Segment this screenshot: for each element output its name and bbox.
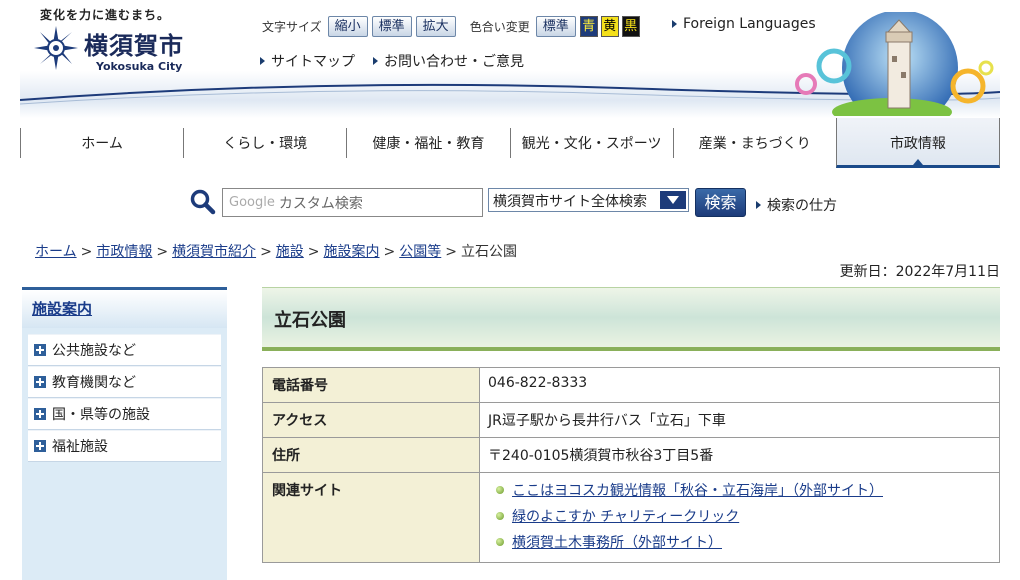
facility-info-table: 電話番号 046-822-8333 アクセス JR逗子駅から長井行バス「立石」下…: [262, 367, 1000, 563]
font-size-large-button[interactable]: 拡大: [415, 16, 456, 37]
search-howto-link[interactable]: 検索の仕方: [756, 195, 837, 215]
google-watermark: Google: [229, 195, 275, 210]
site-logo[interactable]: 変化を力に進むまち。 横須賀市 Yokosuka City: [32, 6, 202, 78]
contact-label: お問い合わせ・ご意見: [384, 54, 524, 70]
color-blue-button[interactable]: 青: [579, 16, 598, 37]
plus-icon: [34, 408, 46, 420]
search-placeholder: カスタム検索: [278, 195, 363, 212]
global-nav: ホーム くらし・環境 健康・福祉・教育 観光・文化・スポーツ 産業・まちづくり …: [20, 118, 1001, 168]
font-size-label: 文字サイズ: [262, 20, 322, 34]
plus-icon: [34, 376, 46, 388]
breadcrumb-separator: >: [80, 244, 93, 260]
updated-date: 更新日：2022年7月11日: [839, 264, 1000, 280]
search-icon: [190, 189, 216, 215]
search-scope-select[interactable]: 横須賀市サイト全体検索: [488, 188, 689, 212]
related-link-charity-click[interactable]: 緑のよこすか チャリティークリック: [512, 506, 739, 526]
sidebar-item-label: 教育機関など: [52, 375, 136, 391]
row-value-related-sites: ここはヨコスカ観光情報「秋谷・立石海岸」（外部サイト） 緑のよこすか チャリティ…: [479, 472, 1000, 563]
color-standard-button[interactable]: 標準: [535, 16, 576, 37]
row-value-phone: 046-822-8333: [479, 367, 1000, 403]
row-value-address: 〒240-0105横須賀市秋谷3丁目5番: [479, 437, 1000, 473]
search-input[interactable]: Google カスタム検索: [222, 188, 483, 217]
sitemap-label: サイトマップ: [271, 54, 355, 70]
color-black-button[interactable]: 黒: [621, 16, 640, 37]
breadcrumb-separator: >: [445, 244, 457, 260]
arrow-right-icon: [260, 57, 265, 65]
sitemap-link[interactable]: サイトマップ: [260, 51, 355, 71]
sidebar-item-national-prefectural[interactable]: 国・県等の施設: [28, 398, 221, 430]
accessibility-tools: 文字サイズ 縮小 標準 拡大 色合い変更 標準 青 黄 黒: [262, 16, 643, 37]
site-header: 変化を力に進むまち。 横須賀市 Yokosuka City 文字サイズ 縮小 標…: [20, 0, 1000, 118]
row-label-related-sites: 関連サイト: [262, 472, 480, 563]
font-size-standard-button[interactable]: 標準: [371, 16, 412, 37]
list-item: 緑のよこすか チャリティークリック: [488, 503, 991, 529]
logo-city-romaji: Yokosuka City: [96, 60, 183, 73]
row-label-phone: 電話番号: [262, 367, 480, 403]
sidebar-item-welfare-facilities[interactable]: 福祉施設: [28, 430, 221, 462]
color-change-label: 色合い変更: [469, 20, 530, 34]
bullet-icon: [496, 512, 504, 520]
arrow-right-icon: [756, 201, 761, 209]
header-links: サイトマップ お問い合わせ・ご意見: [260, 51, 542, 71]
breadcrumb-facilities[interactable]: 施設: [276, 244, 304, 260]
page-title: 立石公園: [262, 287, 1000, 351]
list-item: 横須賀土木事務所（外部サイト）: [488, 529, 991, 555]
related-links-list: ここはヨコスカ観光情報「秋谷・立石海岸」（外部サイト） 緑のよこすか チャリティ…: [488, 477, 991, 555]
lighthouse-decoration: [795, 12, 994, 116]
sidebar: 施設案内 公共施設など 教育機関など 国・県等の施設 福祉施設: [22, 287, 227, 580]
sidebar-item-label: 公共施設など: [52, 343, 136, 359]
related-link-tourism[interactable]: ここはヨコスカ観光情報「秋谷・立石海岸」（外部サイト）: [512, 480, 883, 500]
breadcrumb-separator: >: [307, 244, 320, 260]
table-row: 電話番号 046-822-8333: [262, 367, 1000, 403]
nav-item-industry-town[interactable]: 産業・まちづくり: [672, 128, 836, 158]
contact-link[interactable]: お問い合わせ・ご意見: [373, 51, 524, 71]
row-label-address: 住所: [262, 437, 480, 473]
logo-tagline: 変化を力に進むまち。: [40, 8, 171, 22]
breadcrumb-current: 立石公園: [461, 244, 517, 260]
plus-icon: [34, 344, 46, 356]
table-row: 住所 〒240-0105横須賀市秋谷3丁目5番: [262, 437, 1000, 473]
breadcrumb-separator: >: [260, 244, 272, 260]
city-emblem-icon: [34, 26, 78, 70]
plus-icon: [34, 440, 46, 452]
search-scope-value: 横須賀市サイト全体検索: [493, 194, 647, 210]
breadcrumb: ホーム > 市政情報 > 横須賀市紹介 > 施設 > 施設案内 > 公園等 > 立石公園: [35, 241, 517, 261]
bullet-icon: [496, 538, 504, 546]
font-size-small-button[interactable]: 縮小: [327, 16, 368, 37]
row-value-access: JR逗子駅から長井行バス「立石」下車: [479, 402, 1000, 438]
nav-item-home[interactable]: ホーム: [20, 128, 183, 158]
arrow-right-icon: [373, 57, 378, 65]
arrow-right-icon: [672, 20, 677, 28]
nav-item-city-info[interactable]: 市政情報: [835, 118, 1001, 168]
logo-city-name: 横須賀市: [84, 32, 184, 60]
breadcrumb-facility-guide[interactable]: 施設案内: [324, 244, 380, 260]
sidebar-item-label: 国・県等の施設: [52, 407, 150, 423]
breadcrumb-separator: >: [383, 244, 396, 260]
breadcrumb-home[interactable]: ホーム: [35, 244, 77, 260]
table-row: アクセス JR逗子駅から長井行バス「立石」下車: [262, 402, 1000, 438]
row-label-access: アクセス: [262, 402, 480, 438]
breadcrumb-city-intro[interactable]: 横須賀市紹介: [172, 244, 256, 260]
search-button[interactable]: 検索: [695, 188, 746, 217]
list-item: ここはヨコスカ観光情報「秋谷・立石海岸」（外部サイト）: [488, 477, 991, 503]
breadcrumb-parks[interactable]: 公園等: [399, 244, 441, 260]
search-howto-label: 検索の仕方: [767, 198, 837, 214]
related-link-civil-engineering[interactable]: 横須賀土木事務所（外部サイト）: [512, 532, 722, 552]
color-yellow-button[interactable]: 黄: [600, 16, 619, 37]
sidebar-item-label: 福祉施設: [52, 439, 108, 455]
chevron-down-icon: [660, 191, 686, 209]
breadcrumb-separator: >: [156, 244, 169, 260]
nav-item-tourism-culture-sports[interactable]: 観光・文化・スポーツ: [509, 128, 673, 158]
bullet-icon: [496, 486, 504, 494]
breadcrumb-city-info[interactable]: 市政情報: [96, 244, 152, 260]
table-row: 関連サイト ここはヨコスカ観光情報「秋谷・立石海岸」（外部サイト） 緑のよこすか…: [262, 472, 1000, 563]
nav-item-life-environment[interactable]: くらし・環境: [183, 128, 346, 158]
sidebar-item-public-facilities[interactable]: 公共施設など: [28, 334, 221, 366]
sidebar-item-educational-institutions[interactable]: 教育機関など: [28, 366, 221, 398]
sidebar-list: 公共施設など 教育機関など 国・県等の施設 福祉施設: [28, 334, 221, 462]
nav-item-health-welfare-education[interactable]: 健康・福祉・教育: [346, 128, 509, 158]
sidebar-title[interactable]: 施設案内: [22, 290, 227, 328]
